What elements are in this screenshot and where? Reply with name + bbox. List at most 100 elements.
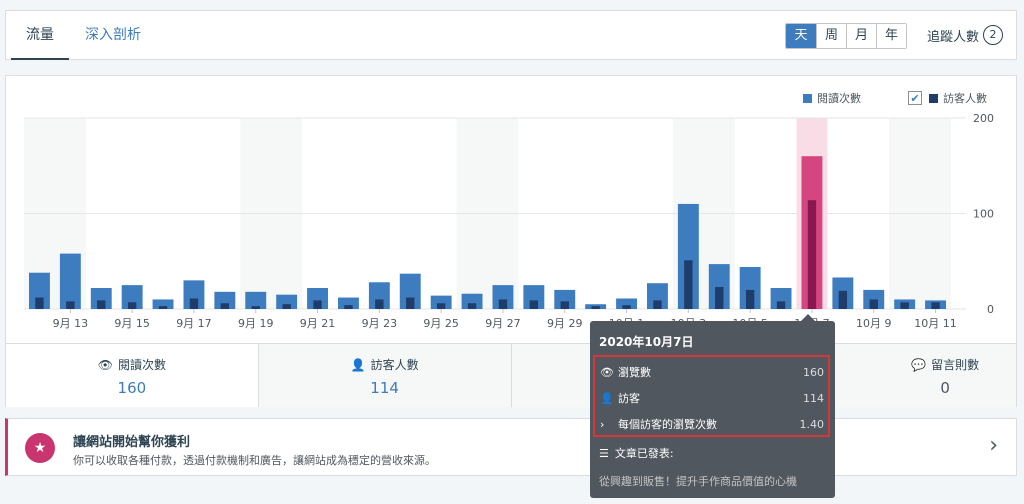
x-tick-label: 9月 21 — [300, 317, 336, 330]
period-week-button[interactable]: 周 — [816, 24, 846, 48]
followers-link[interactable]: 追蹤人數 2 — [927, 25, 1004, 45]
visitors-bar — [529, 300, 539, 309]
chevron-right-icon: › — [600, 417, 605, 431]
tooltip-date: 2020年10月7日 — [599, 335, 694, 349]
stat-label-comments: 留言則數 — [931, 358, 980, 372]
stat-tab-views[interactable]: 👁 閱讀次數 160 — [6, 344, 258, 407]
visitors-bar — [189, 298, 199, 309]
visitors-bar — [406, 297, 415, 309]
visitors-bar — [838, 290, 848, 309]
visitors-bar — [66, 301, 75, 309]
tab-traffic[interactable]: 流量 — [11, 11, 69, 60]
visitors-bar — [375, 299, 384, 309]
x-tick-label: 9月 15 — [114, 317, 150, 330]
x-tick-label: 10月 11 — [914, 317, 957, 330]
x-tick-label: 9月 29 — [547, 317, 583, 330]
legend-visitors-swatch — [929, 93, 938, 103]
visitors-bar — [684, 260, 693, 309]
x-tick-label: 9月 27 — [485, 317, 521, 330]
tooltip-visitors-value: 114 — [803, 391, 824, 405]
legend-views-swatch — [803, 93, 812, 103]
visitors-bar — [715, 287, 724, 309]
tab-insights[interactable]: 深入剖析 — [78, 11, 148, 60]
eye-icon: 👁 — [97, 357, 113, 372]
tooltip-visitors-label: 訪客 — [618, 392, 640, 405]
legend-views-label: 閱讀次數 — [817, 92, 861, 105]
visitors-bar — [900, 302, 909, 309]
stats-header-bar: 流量 深入剖析 天 周 月 年 追蹤人數 2 — [5, 10, 1017, 60]
x-tick-label: 9月 17 — [176, 317, 212, 330]
visitors-bar — [158, 306, 168, 309]
monetize-promo-banner[interactable]: ★ 讓網站開始幫你獲利 你可以收取各種付款，透過付款機制和廣告，讓網站成為穩定的… — [5, 418, 1017, 476]
traffic-chart-card: 200 100 0 9月 13 9月 15 9月 17 9月 19 9月 21 9月 23 9月 … — [5, 75, 1017, 407]
tooltip-vpv-label: 每個訪客的瀏覽次數 — [618, 418, 717, 431]
visitors-bar — [436, 303, 446, 309]
tooltip-published: ☰ 文章已發表: — [599, 445, 674, 461]
tooltip-row-visitors: 👤 訪客 114 — [600, 385, 824, 411]
y-tick-label: 200 — [973, 112, 994, 125]
traffic-bar-chart: 200 100 0 9月 13 9月 15 9月 17 9月 19 9月 21 9月 23 9月 … — [24, 112, 994, 330]
comment-icon: 💬 — [911, 357, 927, 372]
period-year-button[interactable]: 年 — [876, 24, 906, 48]
legend-visitors-label: 訪客人數 — [943, 92, 987, 105]
visitors-bar — [498, 299, 508, 309]
y-tick-label: 100 — [973, 208, 994, 221]
tooltip-views-value: 160 — [803, 365, 824, 379]
person-icon: 👤 — [600, 391, 614, 405]
period-month-button[interactable]: 月 — [846, 24, 876, 48]
x-tick-label: 9月 13 — [53, 317, 89, 330]
tooltip-row-views-per-visitor: › 每個訪客的瀏覽次數 1.40 — [600, 411, 824, 437]
visitors-bar — [344, 305, 353, 309]
followers-label: 追蹤人數 — [927, 29, 980, 45]
eye-icon: 👁 — [600, 365, 614, 379]
visitors-bar — [653, 300, 662, 309]
visitors-bar — [622, 305, 631, 309]
chart-tooltip: 2020年10月7日 👁 瀏覽數 160 👤 訪客 114 › 每個訪客的瀏覽次… — [590, 314, 835, 498]
visitors-bar — [807, 200, 817, 309]
visitors-bar — [745, 289, 755, 309]
legend-visitors[interactable]: ✔ 訪客人數 — [908, 90, 987, 106]
x-tick-label: 10月 9 — [856, 317, 892, 330]
period-selector: 天 周 月 年 — [785, 23, 907, 49]
tooltip-views-label: 瀏覽數 — [618, 366, 651, 379]
tooltip-vpv-value: 1.40 — [799, 417, 825, 431]
tooltip-post-title[interactable]: 從興趣到販售！提升手作商品價值的心機 — [599, 473, 829, 489]
visitors-checkbox[interactable]: ✔ — [908, 91, 922, 105]
x-tick-label: 9月 19 — [238, 317, 274, 330]
chevron-right-icon[interactable]: › — [989, 433, 998, 458]
visitors-bar — [220, 303, 230, 309]
promo-title: 讓網站開始幫你獲利 — [73, 435, 191, 450]
stats-summary-row: 👁 閱讀次數 160 👤 訪客人數 114 💬 留言則數 0 — [6, 343, 1016, 407]
visitors-bar — [776, 301, 786, 309]
stat-value-visitors: 114 — [370, 379, 399, 397]
legend-views: 閱讀次數 — [803, 90, 861, 106]
list-icon: ☰ — [599, 446, 609, 460]
visitors-bar — [467, 303, 477, 309]
stat-value-views: 160 — [117, 379, 147, 397]
stat-label-views: 閱讀次數 — [117, 358, 166, 372]
promo-description: 你可以收取各種付款，透過付款機制和廣告，讓網站成為穩定的營收來源。 — [73, 454, 436, 467]
tooltip-highlight-box: 👁 瀏覽數 160 👤 訪客 114 › 每個訪客的瀏覽次數 1.40 — [593, 355, 830, 437]
x-tick-label: 9月 23 — [362, 317, 398, 330]
visitors-bar — [591, 306, 600, 309]
visitors-bar — [931, 302, 940, 309]
visitors-bar — [560, 301, 569, 309]
visitors-bar — [127, 302, 137, 309]
views-bar — [59, 253, 81, 309]
person-icon: 👤 — [350, 357, 366, 372]
star-icon: ★ — [25, 433, 55, 463]
visitors-bar — [869, 299, 878, 309]
visitors-bar — [35, 297, 44, 309]
x-tick-label: 9月 25 — [423, 317, 459, 330]
tooltip-row-views: 👁 瀏覽數 160 — [600, 359, 824, 385]
stat-label-visitors: 訪客人數 — [370, 358, 419, 372]
followers-count-badge: 2 — [983, 25, 1004, 45]
period-day-button[interactable]: 天 — [786, 24, 816, 48]
tooltip-pointer — [801, 314, 815, 321]
visitors-bar — [282, 304, 291, 309]
visitors-bar — [97, 300, 106, 309]
tooltip-published-label: 文章已發表: — [614, 447, 674, 460]
y-tick-label: 0 — [987, 303, 994, 316]
stat-tab-visitors[interactable]: 👤 訪客人數 114 — [257, 344, 511, 407]
visitors-bar — [313, 300, 322, 309]
